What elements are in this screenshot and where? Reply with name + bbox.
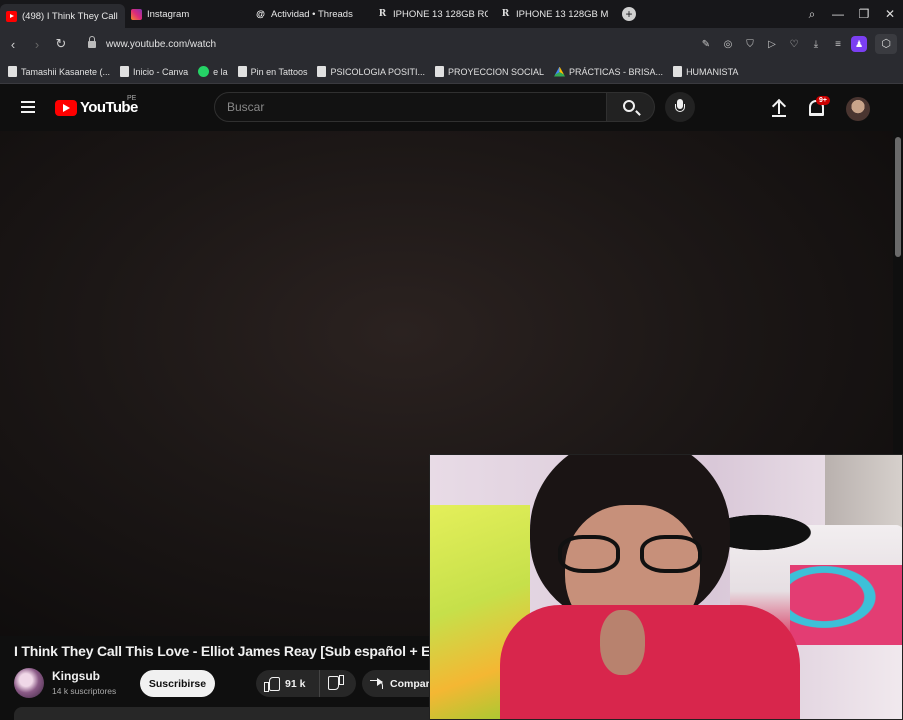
tab-label: Actividad • Threads [271,8,353,20]
youtube-play-icon [55,99,77,116]
account-avatar[interactable] [846,97,870,121]
youtube-masthead: YouTube PE 9+ [0,85,903,131]
bookmark-item[interactable]: Inicio - Canva [120,66,188,77]
description-box[interactable] [14,707,444,720]
r-icon: R [501,9,510,19]
forward-button[interactable]: › [26,37,48,52]
bookmark-item[interactable]: Pin en Tattoos [237,66,308,77]
search-icon [623,100,635,112]
address-bar: ‹ › ↻ www.youtube.com/watch ✎ ◎ ⛉ ▷ ♡ ⤓ … [0,28,903,60]
threads-icon: @ [256,9,265,19]
search-input[interactable] [227,100,606,114]
upload-icon[interactable] [771,99,787,117]
bookmark-item[interactable]: Tamashii Kasanete (... [8,66,110,77]
browser-tab-strip: (498) I Think They Call Th Instagram @ A… [0,0,903,28]
youtube-logo[interactable]: YouTube PE [55,95,138,116]
page-icon [237,66,247,77]
tab-search-icon[interactable]: ⌕ [799,7,825,22]
bookmark-label: Inicio - Canva [133,66,189,77]
tab-iphone-midnight[interactable]: R IPHONE 13 128GB MIDNI [494,2,614,26]
lock-icon [88,35,96,48]
bookmark-label: HUMANISTA [686,66,739,77]
tab-label: IPHONE 13 128GB ROSA [393,8,488,20]
bookmark-item[interactable]: PRÁCTICAS - BRISA... [554,66,664,77]
tab-label: (498) I Think They Call Th [22,10,119,22]
thumbs-down-icon [329,676,344,691]
tab-youtube[interactable]: (498) I Think They Call Th [0,4,125,28]
tab-threads[interactable]: @ Actividad • Threads [249,2,371,26]
tab-iphone-rosa[interactable]: R IPHONE 13 128GB ROSA [371,2,494,26]
bookmark-label: e la [213,66,228,77]
page-icon [120,66,130,77]
webcam-person-sweater [500,605,800,719]
tab-label: Instagram [147,8,190,20]
reload-button[interactable]: ↻ [50,36,72,52]
bookmark-label: PSICOLOGIA POSITI... [330,66,425,77]
notification-badge: 9+ [816,96,830,105]
download-icon[interactable]: ⤓ [807,39,825,50]
bookmark-item[interactable]: e la [198,66,228,77]
youtube-icon [6,10,17,22]
r-icon: R [378,9,387,19]
bookmark-item[interactable]: HUMANISTA [673,66,738,77]
webcam-overlay [429,454,903,720]
tab-label: IPHONE 13 128GB MIDNI [516,8,608,20]
video-title: I Think They Call This Love - Elliot Jam… [14,643,431,659]
new-tab-button[interactable]: + [622,7,636,21]
page-icon [8,66,17,77]
channel-name[interactable]: Kingsub [52,669,100,683]
share-arrow-icon [370,677,384,690]
extension-toolbar: ✎ ◎ ⛉ ▷ ♡ ⤓ ≡ ♟ [697,28,867,60]
bookmark-label: PRÁCTICAS - BRISA... [569,66,664,77]
edit-icon[interactable]: ✎ [697,39,715,50]
play-icon[interactable]: ▷ [763,39,781,50]
bookmark-label: Tamashii Kasanete (... [21,66,111,77]
hamburger-menu-icon[interactable] [21,101,35,113]
bookmark-item[interactable]: PSICOLOGIA POSITI... [317,66,425,77]
like-button[interactable]: 91 k [256,670,320,697]
page-icon [673,66,683,77]
profile-icon[interactable]: ♟ [851,36,867,52]
bookmark-label: Pin en Tattoos [250,66,308,77]
webcam-person-hand [600,610,645,675]
search-box [214,92,607,122]
webcam-clothes-pile [715,510,825,555]
camera-icon[interactable]: ◎ [719,39,737,50]
thumbs-up-icon [264,676,280,692]
channel-avatar[interactable] [14,668,44,698]
page-icon [435,66,444,77]
dislike-button[interactable] [320,670,356,697]
menu-icon[interactable]: ≡ [829,39,847,50]
subscribe-button[interactable]: Suscribirse [140,670,215,697]
instagram-icon [131,8,142,20]
minimize-button[interactable]: — [825,7,851,21]
close-button[interactable]: ✕ [877,7,903,21]
like-count: 91 k [285,677,306,690]
webcam-person-glasses [558,535,708,575]
voice-search-button[interactable] [665,92,695,122]
back-button[interactable]: ‹ [2,37,24,52]
subscriber-count: 14 k suscriptores [52,686,117,696]
search-button[interactable] [607,92,655,122]
extensions-icon[interactable]: ⬡ [875,34,897,54]
window-controls: ⌕ — ❐ ✕ [799,0,903,28]
whatsapp-icon [198,66,210,77]
drive-icon [554,66,566,77]
shield-icon[interactable]: ⛉ [741,39,759,50]
bookmark-label: PROYECCION SOCIAL [448,66,545,77]
bookmarks-bar: Tamashii Kasanete (... Inicio - Canva e … [0,60,903,84]
like-dislike-group: 91 k [256,670,356,697]
bookmark-item[interactable]: PROYECCION SOCIAL [435,66,544,77]
page-icon [317,66,327,77]
country-code: PE [127,95,137,102]
url-text: www.youtube.com/watch [106,38,217,50]
heart-icon[interactable]: ♡ [785,39,803,50]
tab-instagram[interactable]: Instagram [125,2,249,26]
scrollbar-thumb[interactable] [895,137,901,257]
webcam-blanket [790,565,902,645]
restore-button[interactable]: ❐ [851,7,877,21]
